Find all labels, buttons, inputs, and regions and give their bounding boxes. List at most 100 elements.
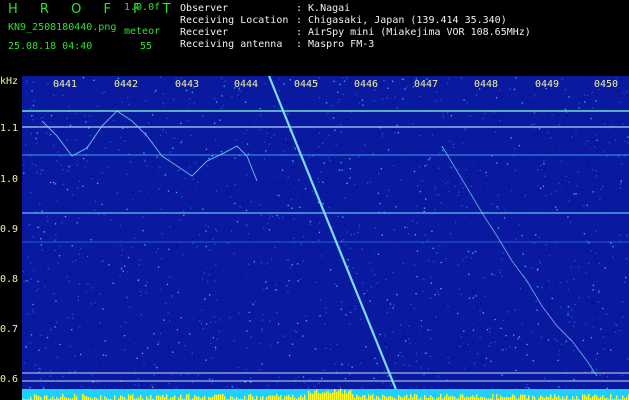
- noise-speck: [318, 382, 320, 384]
- noise-speck: [363, 293, 365, 295]
- noise-speck: [423, 210, 425, 213]
- noise-speck: [145, 84, 147, 86]
- noise-speck: [591, 92, 593, 94]
- noise-speck: [499, 277, 501, 279]
- noise-speck: [69, 345, 71, 348]
- noise-speck: [368, 262, 371, 264]
- noise-speck: [288, 187, 290, 189]
- noise-speck: [316, 318, 318, 320]
- noise-speck: [544, 245, 546, 248]
- noise-speck: [326, 191, 328, 193]
- noise-speck: [264, 82, 266, 85]
- noise-speck: [362, 171, 364, 173]
- noise-speck: [200, 323, 202, 325]
- noise-speck: [555, 206, 557, 208]
- noise-speck: [157, 215, 159, 217]
- noise-speck: [245, 223, 247, 225]
- noise-speck: [435, 131, 437, 133]
- noise-speck: [337, 89, 339, 92]
- noise-speck: [434, 209, 436, 211]
- noise-speck: [237, 350, 239, 352]
- noise-speck: [498, 269, 501, 271]
- noise-speck: [273, 105, 276, 107]
- noise-speck: [472, 297, 474, 299]
- noise-speck: [171, 295, 173, 297]
- noise-speck: [102, 354, 104, 356]
- noise-speck: [461, 290, 463, 292]
- noise-speck: [551, 264, 553, 266]
- noise-speck: [559, 335, 561, 337]
- noise-speck: [279, 282, 281, 285]
- noise-speck: [259, 339, 261, 341]
- noise-speck: [229, 196, 231, 198]
- noise-speck: [166, 351, 168, 353]
- noise-speck: [339, 99, 341, 101]
- noise-speck: [191, 189, 193, 191]
- noise-speck: [431, 276, 433, 279]
- bottom-spike: [460, 394, 462, 400]
- noise-speck: [281, 169, 284, 171]
- noise-speck: [52, 359, 55, 362]
- noise-speck: [354, 183, 356, 185]
- noise-speck: [342, 122, 344, 124]
- noise-speck: [77, 337, 80, 340]
- noise-speck: [459, 345, 462, 348]
- noise-speck: [245, 174, 248, 176]
- noise-speck: [295, 157, 297, 159]
- noise-speck: [586, 204, 588, 206]
- noise-speck: [378, 77, 380, 79]
- x-tick-0441: 0441: [53, 79, 78, 90]
- noise-speck: [592, 365, 594, 368]
- noise-speck: [101, 266, 103, 269]
- noise-speck: [536, 139, 538, 141]
- noise-speck: [191, 352, 193, 354]
- noise-speck: [499, 120, 501, 122]
- noise-speck: [600, 188, 602, 191]
- bottom-spike: [452, 396, 454, 400]
- noise-speck: [495, 112, 498, 114]
- noise-speck: [105, 354, 107, 357]
- noise-speck: [508, 218, 510, 220]
- noise-speck: [114, 349, 116, 351]
- noise-speck: [315, 280, 317, 282]
- noise-speck: [457, 169, 459, 171]
- noise-speck: [192, 238, 194, 240]
- noise-speck: [158, 146, 160, 148]
- noise-speck: [236, 221, 239, 223]
- noise-speck: [308, 287, 310, 289]
- noise-speck: [458, 289, 460, 291]
- noise-speck: [212, 337, 214, 339]
- noise-speck: [291, 93, 294, 95]
- noise-speck: [180, 141, 182, 144]
- noise-speck: [504, 191, 506, 193]
- noise-speck: [322, 181, 324, 183]
- noise-speck: [503, 118, 505, 121]
- noise-speck: [126, 233, 128, 235]
- noise-speck: [205, 224, 207, 226]
- noise-speck: [415, 293, 417, 295]
- noise-speck: [596, 175, 598, 177]
- noise-speck: [22, 270, 24, 273]
- noise-speck: [40, 334, 43, 336]
- noise-speck: [439, 88, 441, 91]
- noise-speck: [413, 157, 415, 159]
- noise-speck: [127, 256, 130, 259]
- noise-speck: [107, 166, 110, 168]
- noise-speck: [34, 364, 36, 366]
- noise-speck: [224, 80, 226, 82]
- noise-speck: [446, 158, 448, 160]
- noise-speck: [93, 329, 95, 331]
- noise-speck: [501, 275, 503, 277]
- x-tick-0450: 0450: [594, 79, 619, 90]
- noise-speck: [405, 353, 407, 355]
- noise-speck: [509, 88, 511, 90]
- noise-speck: [230, 201, 232, 204]
- noise-speck: [491, 203, 493, 205]
- info-observer-label: Observer: [180, 3, 229, 14]
- noise-speck: [510, 137, 512, 139]
- bottom-spike: [220, 394, 222, 400]
- noise-speck: [198, 292, 201, 295]
- noise-speck: [578, 297, 580, 299]
- noise-speck: [616, 225, 618, 228]
- y-tick-0-6: 0.6: [0, 374, 19, 385]
